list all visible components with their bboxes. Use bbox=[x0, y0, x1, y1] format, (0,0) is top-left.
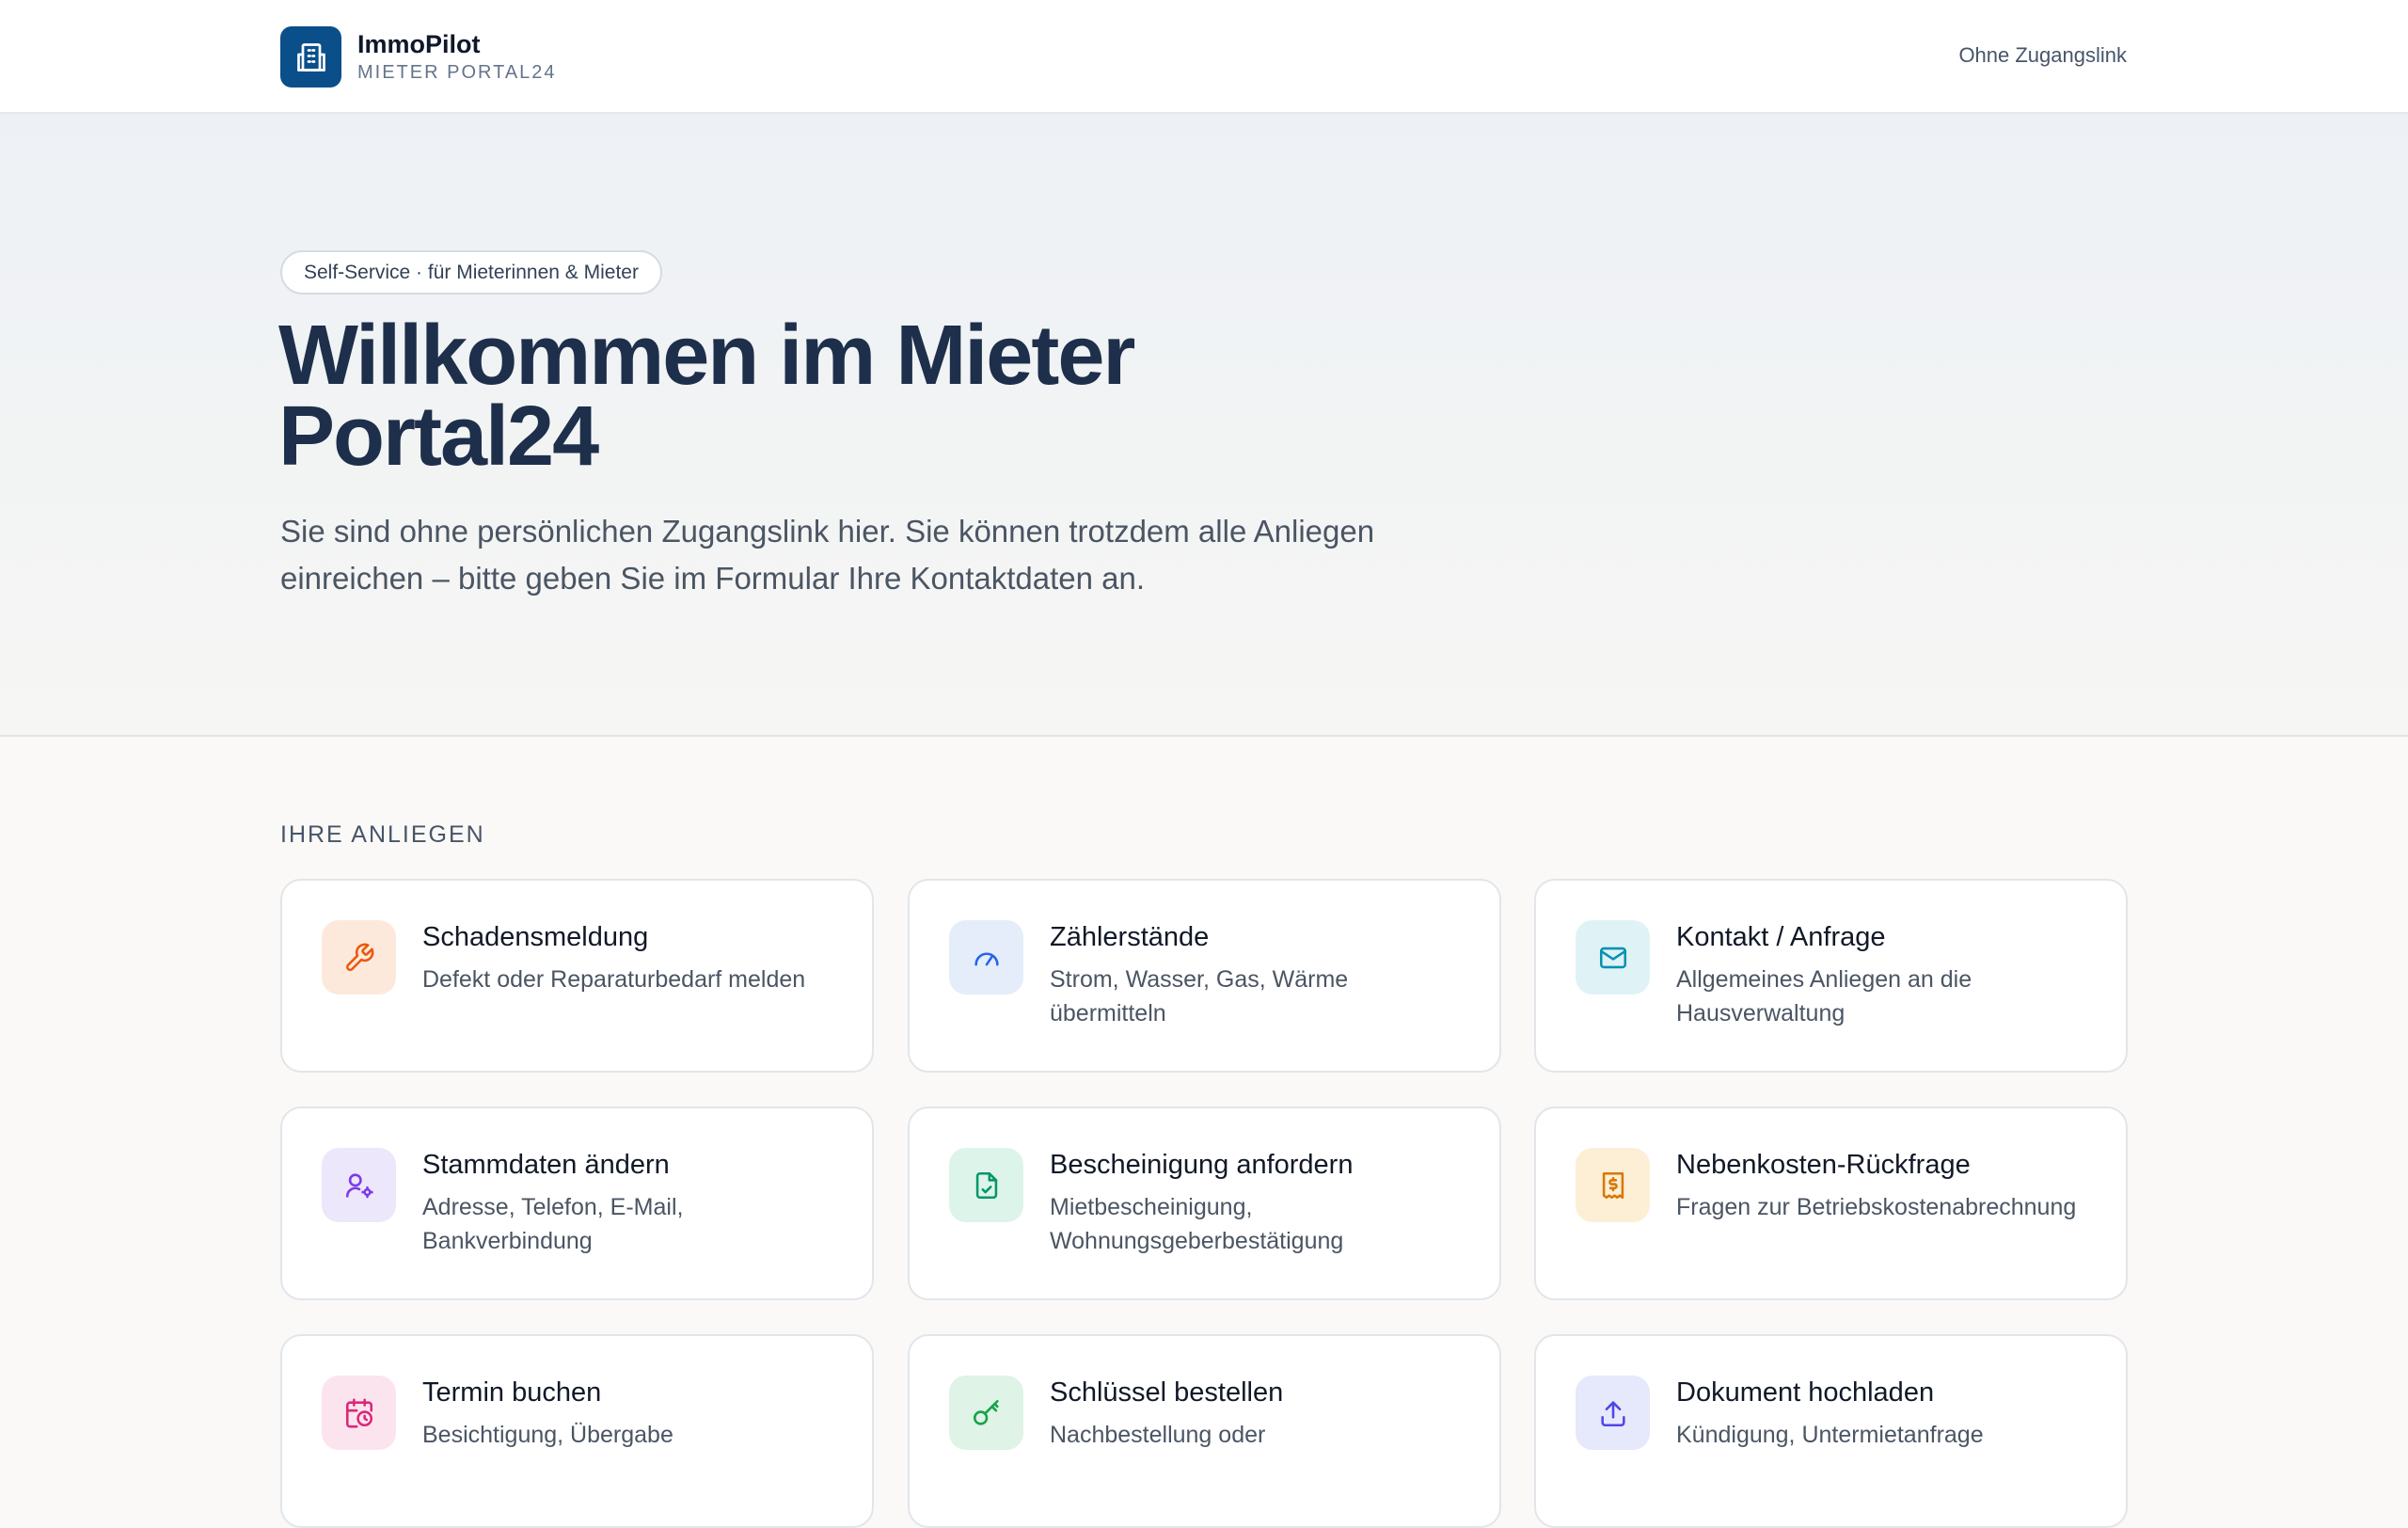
self-service-badge: Self-Service · für Mieterinnen & Mieter bbox=[280, 250, 662, 294]
card-title: Schlüssel bestellen bbox=[1050, 1377, 1284, 1408]
gauge-icon bbox=[949, 920, 1023, 995]
brand-name[interactable]: ImmoPilot bbox=[357, 30, 481, 59]
card-title: Dokument hochladen bbox=[1676, 1377, 1935, 1408]
receipt-icon bbox=[1576, 1148, 1650, 1222]
card-title: Nebenkosten-Rückfrage bbox=[1676, 1150, 1971, 1180]
card-dokument-hochladen[interactable]: Dokument hochladen Kündigung, Untermieta… bbox=[1534, 1334, 2128, 1528]
card-description: Mietbescheinigung, Wohnungsgeberbestätig… bbox=[1050, 1194, 1344, 1254]
card-title: Bescheinigung anfordern bbox=[1050, 1150, 1354, 1180]
card-schluessel-bestellen[interactable]: Schlüssel bestellen Nachbestellung oder bbox=[908, 1334, 1501, 1528]
page-title: Willkommen im Mieter Portal24 bbox=[278, 309, 1135, 484]
mail-icon bbox=[1576, 920, 1650, 995]
card-zaehlerstaende[interactable]: Zählerstände Strom, Wasser, Gas, Wärme ü… bbox=[908, 879, 1501, 1073]
card-description: Nachbestellung oder bbox=[1050, 1422, 1266, 1448]
card-title: Schadensmeldung bbox=[422, 922, 649, 952]
card-title: Kontakt / Anfrage bbox=[1676, 922, 1886, 952]
upload-icon bbox=[1576, 1376, 1650, 1450]
card-description: Allgemeines Anliegen an die Hausverwaltu… bbox=[1676, 966, 1972, 1027]
card-stammdaten-aendern[interactable]: Stammdaten ändern Adresse, Telefon, E-Ma… bbox=[280, 1106, 874, 1300]
card-title: Zählerstände bbox=[1050, 922, 1210, 952]
card-termin-buchen[interactable]: Termin buchen Besichtigung, Übergabe bbox=[280, 1334, 874, 1528]
hero-description: Sie sind ohne persönlichen Zugangslink h… bbox=[280, 514, 1375, 596]
card-description: Besichtigung, Übergabe bbox=[422, 1422, 673, 1448]
card-description: Fragen zur Betriebskostenabrechnung bbox=[1676, 1194, 2077, 1220]
wrench-icon bbox=[322, 920, 396, 995]
building-icon[interactable] bbox=[280, 26, 341, 88]
card-schadensmeldung[interactable]: Schadensmeldung Defekt oder Reparaturbed… bbox=[280, 879, 874, 1073]
card-title: Stammdaten ändern bbox=[422, 1150, 670, 1180]
card-nebenkosten-rueckfrage[interactable]: Nebenkosten-Rückfrage Fragen zur Betrieb… bbox=[1534, 1106, 2128, 1300]
brand-subtitle: MIETER PORTAL24 bbox=[357, 62, 557, 83]
access-link-status[interactable]: Ohne Zugangslink bbox=[1958, 43, 2127, 68]
file-check-icon bbox=[949, 1148, 1023, 1222]
card-bescheinigung-anfordern[interactable]: Bescheinigung anfordern Mietbescheinigun… bbox=[908, 1106, 1501, 1300]
card-description: Defekt oder Reparaturbedarf melden bbox=[422, 966, 806, 993]
card-title: Termin buchen bbox=[422, 1377, 602, 1408]
calendar-clock-icon bbox=[322, 1376, 396, 1450]
card-description: Strom, Wasser, Gas, Wärme übermitteln bbox=[1050, 966, 1349, 1027]
card-description: Adresse, Telefon, E-Mail, Bankverbindung bbox=[422, 1194, 684, 1254]
card-kontakt-anfrage[interactable]: Kontakt / Anfrage Allgemeines Anliegen a… bbox=[1534, 879, 2128, 1073]
top-header: ImmoPilot MIETER PORTAL24 Ohne Zugangsli… bbox=[0, 0, 2408, 114]
section-label: IHRE ANLIEGEN bbox=[280, 821, 485, 848]
key-icon bbox=[949, 1376, 1023, 1450]
card-description: Kündigung, Untermietanfrage bbox=[1676, 1422, 1984, 1448]
user-settings-icon bbox=[322, 1148, 396, 1222]
